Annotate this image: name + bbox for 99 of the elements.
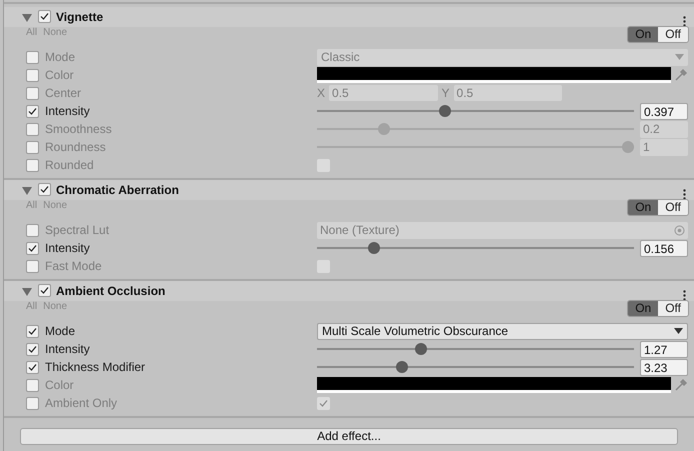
texture-field[interactable]: None (Texture) [317,222,688,238]
toggle-checkbox[interactable] [317,158,330,172]
slider-thumb[interactable] [622,141,634,153]
slider[interactable] [317,242,634,254]
eyedropper-icon[interactable] [674,378,688,392]
parameter-label: Ambient Only [45,395,118,412]
parameter-label: Roundness [45,139,107,156]
override-checkbox[interactable] [26,50,39,64]
override-checkbox[interactable] [26,104,39,118]
checkmark-icon [28,244,37,252]
parameter-label: Thickness Modifier [45,359,146,376]
y-label: Y [442,85,450,102]
color-field[interactable] [317,67,671,83]
override-checkbox[interactable] [26,68,39,82]
slider-thumb[interactable] [378,123,390,135]
dropdown-arrow-icon [674,328,683,334]
override-checkbox[interactable] [26,378,39,392]
enable-checkbox[interactable] [38,284,51,297]
all-link[interactable]: All [26,27,38,39]
dropdown-arrow-icon [675,54,684,60]
mode-dropdown[interactable]: Classic [317,48,688,66]
color-field[interactable] [317,377,671,393]
parameter-label: Intensity [45,240,91,257]
override-checkbox[interactable] [26,260,39,272]
more-options-icon[interactable] [683,290,686,300]
slider[interactable] [317,141,634,153]
enable-checkbox[interactable] [38,10,51,23]
value-field[interactable]: 0.156 [640,240,688,256]
checkmark-icon [28,106,37,116]
parameter-label: Fast Mode [45,258,103,275]
value-field[interactable]: 0.2 [640,120,688,138]
more-options-icon[interactable] [683,188,686,200]
off-button[interactable]: Off [658,301,688,316]
override-checkbox[interactable] [26,158,39,172]
enable-checkbox[interactable] [38,183,51,196]
checkmark-icon [40,12,49,21]
parameter-label: Rounded [45,157,95,174]
slider-thumb[interactable] [439,105,451,117]
all-link[interactable]: All [26,200,38,212]
override-checkbox[interactable] [26,360,39,374]
foldout-triangle-icon[interactable] [22,286,32,296]
none-link[interactable]: None [43,200,68,212]
value-field[interactable]: 1 [640,138,688,156]
foldout-triangle-icon[interactable] [22,186,32,194]
effect-title: Ambient Occlusion [56,283,166,300]
parameter-label: Mode [45,49,76,66]
parameter-label: Intensity [45,103,91,120]
none-link[interactable]: None [43,27,68,39]
checkmark-icon [40,286,49,295]
parameter-label: Center [45,85,82,102]
effect-header[interactable]: Chromatic Aberration [4,180,694,200]
override-checkbox[interactable] [26,86,39,100]
foldout-triangle-icon[interactable] [22,12,32,22]
effect-title: Vignette [56,9,104,26]
toggle-checkbox[interactable] [317,260,330,272]
parameter-label: Color [45,377,75,394]
add-effect-button[interactable]: Add effect... [20,428,678,445]
value-field[interactable]: 1.27 [640,340,688,358]
x-field[interactable]: 0.5 [329,85,438,101]
parameter-label: Spectral Lut [45,222,110,239]
override-checkbox[interactable] [26,396,39,410]
all-link[interactable]: All [26,301,38,313]
value-field[interactable]: 0.397 [640,102,688,120]
on-button[interactable]: On [628,301,658,316]
effect-header[interactable]: Ambient Occlusion [4,281,694,301]
slider[interactable] [317,343,634,355]
off-button[interactable]: Off [658,200,688,215]
slider[interactable] [317,123,634,135]
eyedropper-icon[interactable] [674,68,688,82]
mode-dropdown[interactable]: Multi Scale Volumetric Obscurance [317,322,688,340]
slider-thumb[interactable] [368,242,380,254]
off-button[interactable]: Off [658,27,688,42]
x-label: X [317,85,326,102]
none-link[interactable]: None [43,301,68,313]
slider-thumb[interactable] [396,361,408,373]
override-checkbox[interactable] [26,324,39,338]
toggle-checkbox[interactable] [317,396,330,410]
more-options-icon[interactable] [683,16,686,26]
effect-title: Chromatic Aberration [56,182,179,199]
checkmark-icon [319,398,328,408]
slider-thumb[interactable] [414,343,427,355]
parameter-label: Intensity [45,341,91,358]
override-checkbox[interactable] [26,122,39,136]
override-checkbox[interactable] [26,242,39,254]
y-field[interactable]: 0.5 [454,85,562,101]
parameter-label: Color [45,67,75,84]
on-button[interactable]: On [628,200,658,215]
effect-header[interactable]: Vignette [4,7,694,27]
parameter-label: Smoothness [45,121,113,138]
on-button[interactable]: On [628,27,658,42]
object-picker-icon[interactable] [674,224,685,236]
slider[interactable] [317,105,634,117]
override-checkbox[interactable] [26,342,39,356]
value-field[interactable]: 3.23 [640,358,688,376]
override-checkbox[interactable] [26,140,39,154]
checkmark-icon [40,185,49,194]
slider[interactable] [317,361,634,373]
override-checkbox[interactable] [26,224,39,236]
parameter-label: Mode [45,323,76,340]
